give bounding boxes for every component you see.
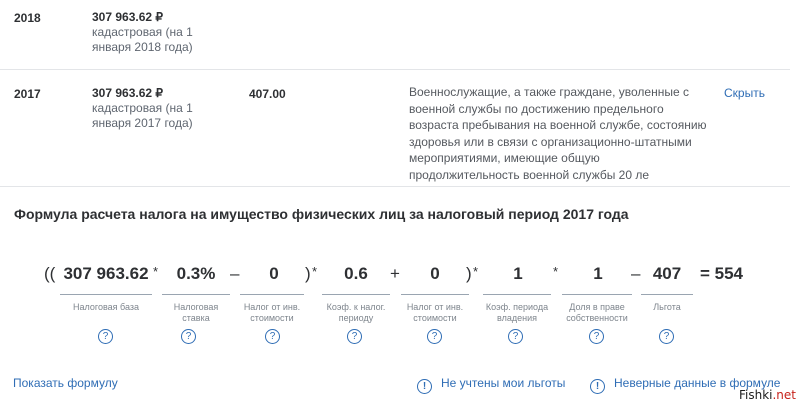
term-underline: [240, 294, 304, 295]
help-icon[interactable]: ?: [98, 329, 113, 344]
help-icon[interactable]: ?: [265, 329, 280, 344]
caption-tax-rate: Налоговая ставка: [173, 302, 219, 323]
op-multiply: *: [473, 264, 479, 279]
term-underline: [641, 294, 693, 295]
watermark-name: Fishki: [738, 388, 773, 402]
cadastral-note: кадастровая (на 1 января 2018 года): [92, 25, 193, 54]
caption-share: Доля в праве собственности: [566, 302, 628, 323]
op-plus: +: [390, 264, 400, 283]
caption-tax-base: Налоговая база: [73, 302, 139, 312]
benefits-not-counted-label: Не учтены мои льготы: [441, 376, 566, 390]
formula-term-tax-rate: 0.3%: [176, 264, 216, 283]
formula-term-share: 1: [593, 264, 603, 283]
close-paren: ): [466, 264, 472, 283]
benefits-not-counted-link[interactable]: ! Не учтены мои льготы: [417, 376, 565, 394]
formula-term-ownership-coef: 1: [513, 264, 523, 283]
row-year: 2018: [14, 11, 41, 25]
op-minus: –: [230, 264, 240, 283]
close-paren: ): [305, 264, 311, 283]
help-icon[interactable]: ?: [181, 329, 196, 344]
help-icon[interactable]: ?: [427, 329, 442, 344]
caption-ownership-coef: Коэф. периода владения: [485, 302, 549, 323]
term-underline: [60, 294, 152, 295]
formula-term-period-coef: 0.6: [344, 264, 368, 283]
open-parens: ((: [44, 264, 56, 283]
formula-term-inv-tax-2: 0: [430, 264, 440, 283]
cadastral-amount: 307 963.62 ₽: [92, 10, 164, 24]
caption-inv-tax: Налог от инв. стоимости: [243, 302, 301, 323]
row-separator: [0, 69, 790, 70]
hide-link[interactable]: Скрыть: [724, 86, 765, 100]
caption-period-coef: Коэф. к налог. периоду: [326, 302, 386, 323]
help-icon[interactable]: ?: [659, 329, 674, 344]
row-cadastral-value: 307 963.62 ₽ кадастровая (на 1 января 20…: [92, 10, 212, 55]
op-multiply: *: [553, 264, 559, 279]
caption-benefit: Льгота: [653, 302, 681, 312]
op-minus: –: [631, 264, 641, 283]
row-cadastral-value: 307 963.62 ₽ кадастровая (на 1 января 20…: [92, 86, 212, 131]
tax-formula: (( 307 963.62 * 0.3% – 0 ) * 0.6 + 0 ) *…: [0, 264, 800, 294]
info-icon: !: [590, 379, 605, 394]
cadastral-amount: 307 963.62 ₽: [92, 86, 164, 100]
help-icon[interactable]: ?: [589, 329, 604, 344]
formula-title: Формула расчета налога на имущество физи…: [14, 206, 629, 222]
help-icon[interactable]: ?: [508, 329, 523, 344]
help-icon[interactable]: ?: [347, 329, 362, 344]
op-multiply: *: [312, 264, 318, 279]
op-multiply: *: [153, 264, 159, 279]
info-icon: !: [417, 379, 432, 394]
formula-result: = 554: [700, 264, 744, 283]
benefit-amount: 407.00: [249, 87, 286, 101]
watermark: Fishki.net: [739, 388, 796, 402]
formula-term-tax-base: 307 963.62: [63, 264, 149, 283]
row-year: 2017: [14, 87, 41, 101]
benefit-description: Военнослужащие, а также граждане, уволен…: [409, 85, 707, 182]
term-underline: [322, 294, 390, 295]
watermark-tld: .net: [772, 388, 796, 402]
formula-term-benefit: 407: [652, 264, 682, 283]
term-underline: [401, 294, 469, 295]
row-separator: [0, 186, 790, 187]
show-formula-link[interactable]: Показать формулу: [13, 376, 118, 390]
cadastral-note: кадастровая (на 1 января 2017 года): [92, 101, 193, 130]
formula-term-inv-tax: 0: [269, 264, 279, 283]
term-underline: [562, 294, 632, 295]
term-underline: [483, 294, 551, 295]
term-underline: [162, 294, 230, 295]
caption-inv-tax-2: Налог от инв. стоимости: [406, 302, 464, 323]
